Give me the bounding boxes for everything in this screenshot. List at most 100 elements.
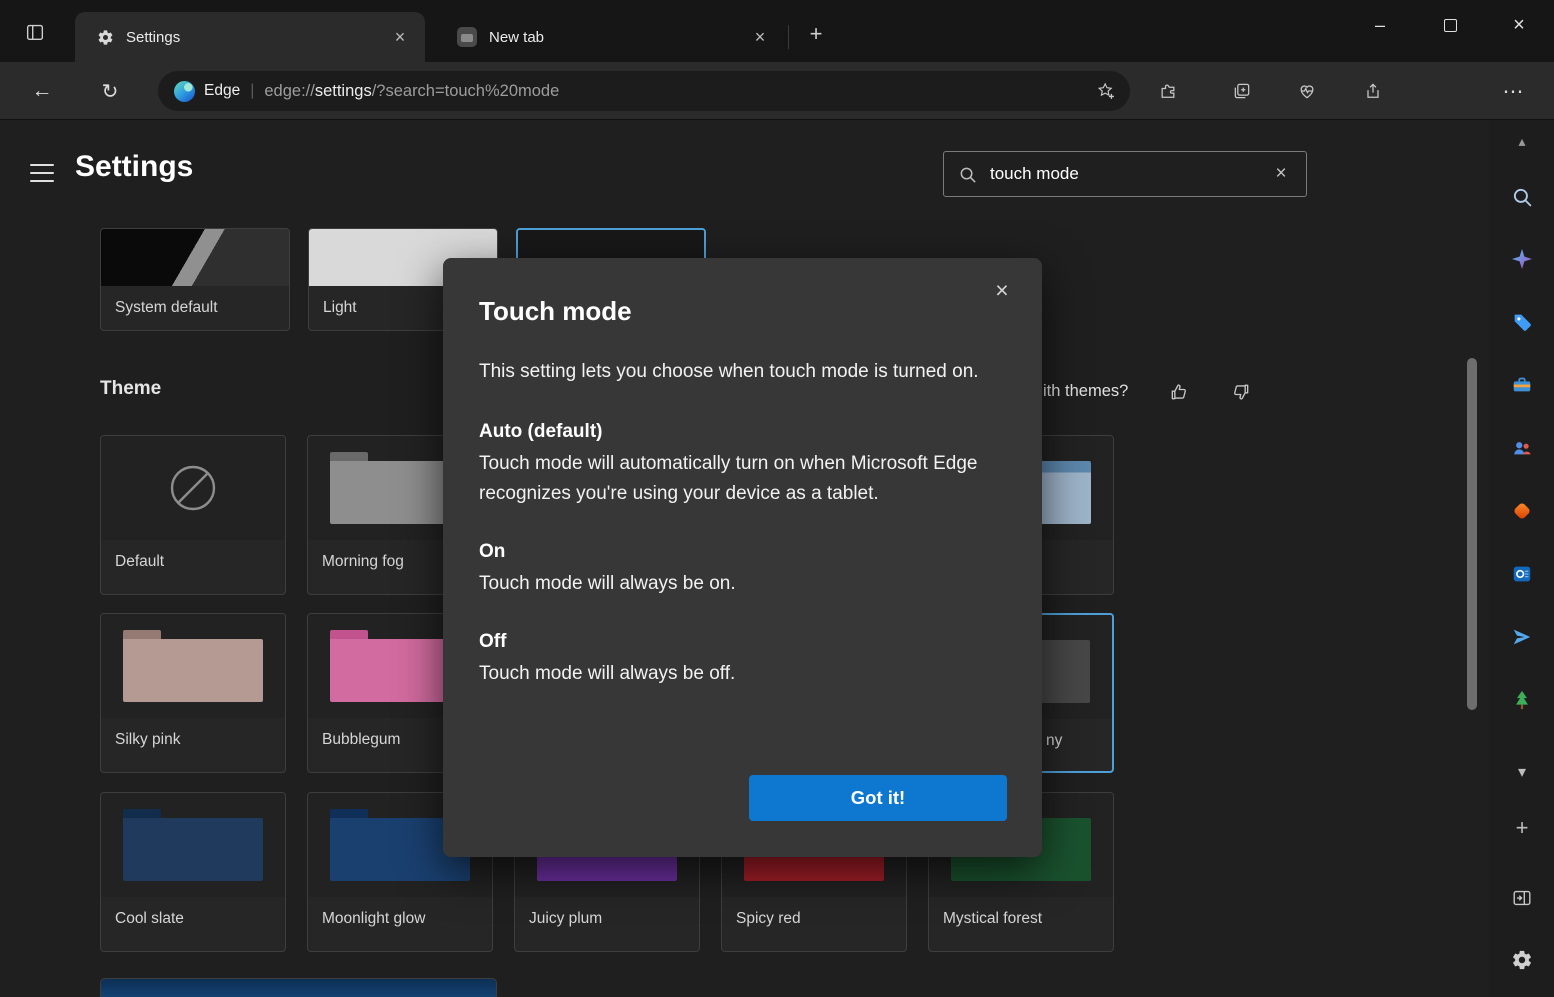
search-icon bbox=[958, 165, 977, 184]
dialog-intro: This setting lets you choose when touch … bbox=[479, 357, 1001, 387]
search-clear-button[interactable]: × bbox=[1268, 161, 1294, 187]
browser-essentials-icon bbox=[1297, 81, 1317, 101]
edge-sidebar: ▴ ▾ + bbox=[1490, 120, 1554, 997]
theme-banner-card[interactable] bbox=[100, 978, 497, 997]
window-minimize-button[interactable]: – bbox=[1352, 0, 1408, 50]
sidebar-rewards-button[interactable] bbox=[1507, 685, 1537, 715]
address-brand-label: Edge bbox=[204, 82, 240, 100]
sidebar-add-button[interactable]: + bbox=[1507, 813, 1537, 843]
new-tab-button[interactable]: + bbox=[800, 18, 832, 50]
tab-settings-label: Settings bbox=[126, 29, 387, 46]
sidebar-microsoft365-button[interactable] bbox=[1507, 496, 1537, 526]
got-it-button[interactable]: Got it! bbox=[749, 775, 1007, 821]
outlook-icon bbox=[1511, 563, 1533, 585]
tab-newtab-close-button[interactable]: × bbox=[747, 24, 773, 50]
theme-feedback-text: ith themes? bbox=[1043, 382, 1128, 401]
dialog-section-heading: Off bbox=[479, 631, 1006, 653]
none-circle-slash-icon bbox=[167, 462, 219, 514]
browser-essentials-button[interactable] bbox=[1291, 75, 1323, 107]
scrollbar-thumb[interactable] bbox=[1467, 358, 1477, 710]
system-default-preview bbox=[101, 229, 289, 286]
sidebar-scroll-up-button[interactable]: ▴ bbox=[1507, 126, 1537, 156]
search-icon bbox=[1511, 186, 1533, 208]
dialog-section-body: Touch mode will automatically turn on wh… bbox=[479, 449, 991, 509]
collections-button[interactable] bbox=[1226, 75, 1258, 107]
tab-newtab[interactable]: New tab × bbox=[435, 12, 785, 62]
settings-search-box[interactable]: × bbox=[943, 151, 1307, 197]
address-divider: | bbox=[250, 82, 254, 100]
thumbs-down-button[interactable] bbox=[1225, 376, 1257, 408]
microsoft365-icon bbox=[1511, 500, 1533, 522]
tab-actions-menu-button[interactable] bbox=[22, 19, 48, 45]
sidebar-shopping-button[interactable] bbox=[1507, 307, 1537, 337]
dialog-title: Touch mode bbox=[479, 296, 1006, 327]
theme-section-heading: Theme bbox=[100, 378, 161, 400]
copilot-icon bbox=[1510, 247, 1534, 271]
add-favorite-button[interactable] bbox=[1096, 81, 1116, 101]
theme-preview bbox=[123, 809, 263, 882]
navigation-bar: ← ↻ Edge | edge://settings/?search=touch… bbox=[0, 62, 1554, 120]
thumbs-up-icon bbox=[1169, 382, 1189, 402]
tab-settings-close-button[interactable]: × bbox=[387, 24, 413, 50]
refresh-button[interactable]: ↻ bbox=[94, 75, 126, 107]
gear-icon bbox=[1511, 949, 1533, 971]
sidebar-search-button[interactable] bbox=[1507, 182, 1537, 212]
tab-actions-icon bbox=[24, 21, 46, 43]
sidebar-panel-icon bbox=[1511, 887, 1533, 909]
dialog-close-button[interactable]: × bbox=[986, 274, 1018, 306]
dialog-section-body: Touch mode will always be off. bbox=[479, 659, 991, 689]
paper-plane-icon bbox=[1511, 626, 1533, 648]
thumbs-down-icon bbox=[1231, 382, 1251, 402]
share-button[interactable] bbox=[1357, 75, 1389, 107]
page-title: Settings bbox=[75, 150, 193, 184]
dialog-section-off: Off Touch mode will always be off. bbox=[479, 631, 1006, 689]
people-icon bbox=[1511, 437, 1533, 459]
collections-icon bbox=[1232, 81, 1252, 101]
dialog-section-body: Touch mode will always be on. bbox=[479, 569, 991, 599]
extensions-icon bbox=[1158, 81, 1178, 101]
dialog-section-heading: On bbox=[479, 541, 1006, 563]
sidebar-toggle-button[interactable] bbox=[1507, 883, 1537, 913]
edge-logo-icon bbox=[174, 81, 195, 102]
shopping-tag-icon bbox=[1511, 311, 1533, 333]
touch-mode-dialog: × Touch mode This setting lets you choos… bbox=[443, 258, 1042, 857]
content-scrollbar[interactable] bbox=[1466, 120, 1478, 997]
toolbox-icon bbox=[1511, 374, 1533, 396]
tree-icon bbox=[1511, 689, 1533, 711]
tab-divider bbox=[788, 25, 789, 49]
sidebar-settings-button[interactable] bbox=[1507, 945, 1537, 975]
theme-preview bbox=[123, 630, 263, 703]
appearance-card-system-default[interactable]: System default bbox=[100, 228, 290, 331]
tab-newtab-label: New tab bbox=[489, 29, 747, 46]
tab-strip: Settings × New tab × + – × bbox=[0, 0, 1554, 62]
window-maximize-button[interactable] bbox=[1422, 0, 1478, 50]
share-icon bbox=[1363, 81, 1383, 101]
url-text: edge://settings/?search=touch%20mode bbox=[264, 82, 1088, 101]
window-close-button[interactable]: × bbox=[1491, 0, 1547, 50]
newtab-favicon-icon bbox=[457, 27, 477, 47]
browser-window: Settings × New tab × + – × ← ↻ Edge | ed… bbox=[0, 0, 1554, 997]
theme-card-silky-pink[interactable]: Silky pink bbox=[100, 613, 286, 773]
extensions-button[interactable] bbox=[1152, 75, 1184, 107]
maximize-icon bbox=[1444, 19, 1457, 32]
sidebar-more-apps-button[interactable]: ▾ bbox=[1507, 757, 1537, 787]
theme-card-default[interactable]: Default bbox=[100, 435, 286, 595]
sidebar-outlook-button[interactable] bbox=[1507, 559, 1537, 589]
settings-menu-button[interactable] bbox=[30, 164, 54, 182]
sidebar-tools-button[interactable] bbox=[1507, 370, 1537, 400]
thumbs-up-button[interactable] bbox=[1163, 376, 1195, 408]
sidebar-copilot-button[interactable] bbox=[1507, 244, 1537, 274]
star-plus-icon bbox=[1096, 81, 1116, 101]
theme-card-cool-slate[interactable]: Cool slate bbox=[100, 792, 286, 952]
tab-settings[interactable]: Settings × bbox=[75, 12, 425, 62]
settings-search-input[interactable] bbox=[988, 163, 1268, 185]
address-bar[interactable]: Edge | edge://settings/?search=touch%20m… bbox=[158, 71, 1130, 111]
sidebar-people-button[interactable] bbox=[1507, 433, 1537, 463]
settings-gear-favicon-icon bbox=[97, 29, 114, 46]
dialog-section-heading: Auto (default) bbox=[479, 421, 1006, 443]
settings-and-more-button[interactable]: ⋯ bbox=[1497, 75, 1529, 107]
back-button[interactable]: ← bbox=[26, 75, 58, 107]
dialog-section-auto: Auto (default) Touch mode will automatic… bbox=[479, 421, 1006, 509]
sidebar-drop-button[interactable] bbox=[1507, 622, 1537, 652]
dialog-section-on: On Touch mode will always be on. bbox=[479, 541, 1006, 599]
